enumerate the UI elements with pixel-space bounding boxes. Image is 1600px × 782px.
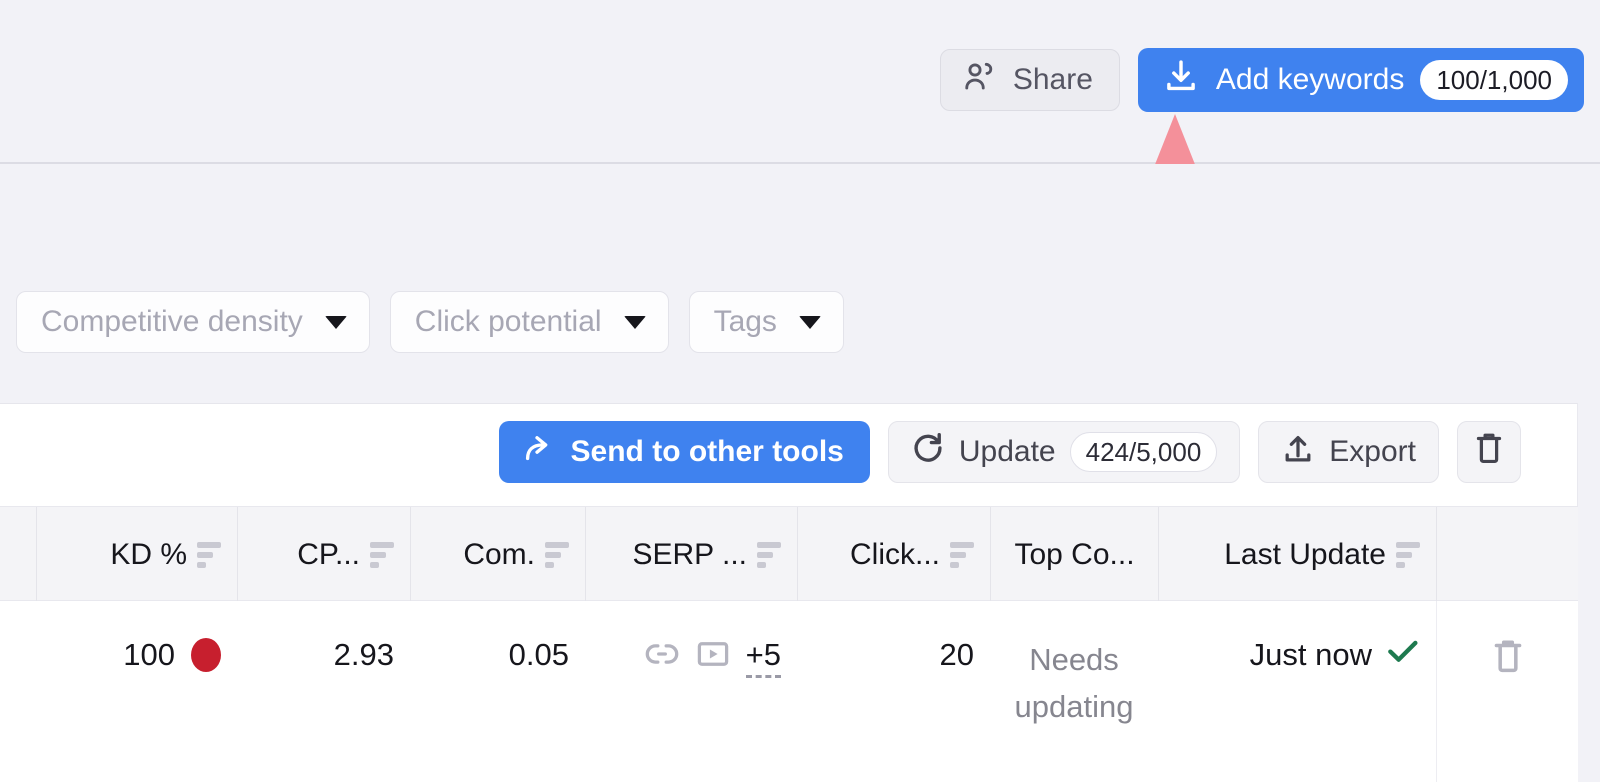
update-label: Update	[958, 435, 1056, 468]
chevron-down-icon	[324, 315, 347, 329]
link-icon[interactable]	[644, 639, 680, 677]
column-header-last-update[interactable]: Last Update	[1158, 507, 1436, 602]
video-icon[interactable]	[696, 638, 730, 678]
column-label: Last Update	[1224, 537, 1386, 571]
sort-icon[interactable]	[950, 541, 974, 568]
refresh-icon	[911, 431, 945, 473]
column-label: Com.	[463, 537, 535, 571]
filters-bar: Competitive density Click potential Tags	[0, 164, 1600, 403]
update-button[interactable]: Update 424/5,000	[887, 421, 1241, 483]
cell-cpc: 2.93	[333, 637, 394, 672]
column-header-kd[interactable]: KD %	[36, 507, 237, 602]
check-icon	[1386, 637, 1420, 673]
kd-value: 100	[123, 637, 175, 672]
kd-difficulty-dot	[191, 638, 221, 672]
send-to-other-tools-button[interactable]: Send to other tools	[498, 421, 870, 483]
sort-icon[interactable]	[757, 541, 781, 568]
column-header-serp-features[interactable]: SERP ...	[585, 507, 797, 602]
last-update-value: Just now	[1249, 637, 1372, 672]
column-label: KD %	[110, 537, 187, 571]
results-card: Send to other tools Update 424/5,000 Exp…	[0, 403, 1578, 782]
table-row: 100 2.93 0.05 +5 20 Needs updating Just …	[0, 601, 1578, 782]
column-label: Top Co...	[1014, 537, 1135, 571]
right-gutter	[1578, 403, 1600, 782]
cell-click-potential: 20	[939, 637, 974, 672]
trash-icon	[1474, 431, 1504, 473]
table-toolbar: Send to other tools Update 424/5,000 Exp…	[498, 421, 1521, 483]
send-to-other-tools-label: Send to other tools	[570, 435, 844, 468]
filter-label: Tags	[713, 305, 777, 338]
download-icon	[1162, 58, 1200, 102]
keyword-quota-badge: 100/1,000	[1420, 60, 1568, 100]
add-keywords-button[interactable]: Add keywords 100/1,000	[1137, 48, 1584, 112]
filter-competitive-density[interactable]: Competitive density	[16, 291, 370, 353]
sort-icon[interactable]	[545, 541, 569, 568]
cell-row-actions	[1436, 601, 1578, 782]
table-header: KD % CP... Com. SERP ... Click... Top Co	[0, 506, 1578, 602]
page-root: Share Add keywords 100/1,000 Competitive…	[0, 0, 1600, 782]
serp-features-more[interactable]: +5	[745, 637, 781, 678]
top-actions: Share Add keywords 100/1,000	[939, 48, 1584, 112]
delete-selected-button[interactable]	[1457, 421, 1521, 483]
sort-icon[interactable]	[197, 541, 221, 568]
top-competitor-value: Needs updating	[1014, 642, 1134, 724]
share-arrow-icon	[521, 432, 555, 472]
share-label: Share	[1012, 63, 1093, 96]
cell-serp-features: +5	[585, 601, 797, 782]
filter-label: Click potential	[414, 305, 602, 338]
column-header-click-potential[interactable]: Click...	[797, 507, 990, 602]
column-header-com[interactable]: Com.	[410, 507, 585, 602]
row-trash-icon[interactable]	[1492, 637, 1524, 683]
users-icon	[963, 61, 999, 99]
top-bar: Share Add keywords 100/1,000	[0, 0, 1600, 164]
sort-icon[interactable]	[370, 541, 394, 568]
column-header-top-competitor[interactable]: Top Co...	[990, 507, 1158, 602]
cell-kd: 100	[36, 601, 237, 782]
update-quota-badge: 424/5,000	[1069, 432, 1218, 472]
upload-icon	[1281, 431, 1315, 473]
cell-com: 0.05	[508, 637, 569, 672]
column-label: Click...	[850, 537, 940, 571]
filter-tags[interactable]: Tags	[688, 291, 844, 353]
column-label: CP...	[297, 537, 360, 571]
export-button[interactable]: Export	[1258, 421, 1439, 483]
filter-row: Competitive density Click potential Tags	[16, 291, 844, 353]
sort-icon[interactable]	[1396, 541, 1420, 568]
column-header-actions	[1436, 507, 1578, 602]
column-header-cpc[interactable]: CP...	[237, 507, 410, 602]
filter-click-potential[interactable]: Click potential	[389, 291, 669, 353]
cell-last-update: Just now	[1158, 601, 1436, 782]
column-label: SERP ...	[632, 537, 748, 571]
chevron-down-icon	[623, 315, 646, 329]
chevron-down-icon	[798, 315, 821, 329]
share-button[interactable]: Share	[939, 49, 1120, 111]
add-keywords-label: Add keywords	[1215, 63, 1405, 96]
filter-label: Competitive density	[41, 305, 303, 338]
cell-top-competitor: Needs updating	[990, 601, 1158, 782]
export-label: Export	[1329, 435, 1416, 468]
